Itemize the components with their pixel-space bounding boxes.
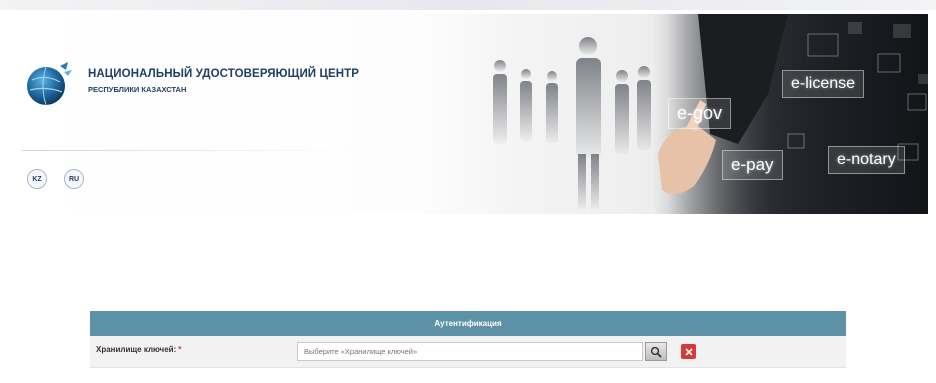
- site-header: НАЦИОНАЛЬНЫЙ УДОСТОВЕРЯЮЩИЙ ЦЕНТР РЕСПУБ…: [8, 14, 928, 214]
- key-store-search-button[interactable]: [645, 342, 667, 361]
- egov-tag: e-gov: [668, 98, 732, 129]
- epay-tag: e-pay: [722, 150, 783, 180]
- org-subtitle: РЕСПУБЛИКИ КАЗАХСТАН: [88, 85, 187, 94]
- globe-icon: [27, 62, 72, 106]
- required-mark: *: [178, 345, 182, 354]
- key-store-input[interactable]: [297, 342, 643, 361]
- search-icon: [650, 346, 662, 358]
- key-store-clear-button[interactable]: [681, 344, 696, 359]
- elicense-tag: e-license: [782, 70, 865, 98]
- language-kz-button[interactable]: KZ: [27, 169, 47, 189]
- enotary-tag: e-notary: [828, 146, 905, 174]
- header-divider: [22, 150, 352, 151]
- language-ru-button[interactable]: RU: [64, 169, 84, 189]
- org-name: НАЦИОНАЛЬНЫЙ УДОСТОВЕРЯЮЩИЙ ЦЕНТР: [88, 68, 360, 80]
- page: НАЦИОНАЛЬНЫЙ УДОСТОВЕРЯЮЩИЙ ЦЕНТР РЕСПУБ…: [0, 0, 936, 383]
- close-icon: [684, 347, 693, 356]
- key-store-row: Хранилище ключей: *: [90, 336, 846, 368]
- key-store-label: Хранилище ключей: *: [96, 345, 181, 354]
- auth-panel: Аутентификация Хранилище ключей: *: [90, 311, 846, 368]
- auth-title: Аутентификация: [90, 311, 846, 336]
- top-strip: [0, 0, 936, 10]
- key-store-label-text: Хранилище ключей:: [96, 345, 177, 354]
